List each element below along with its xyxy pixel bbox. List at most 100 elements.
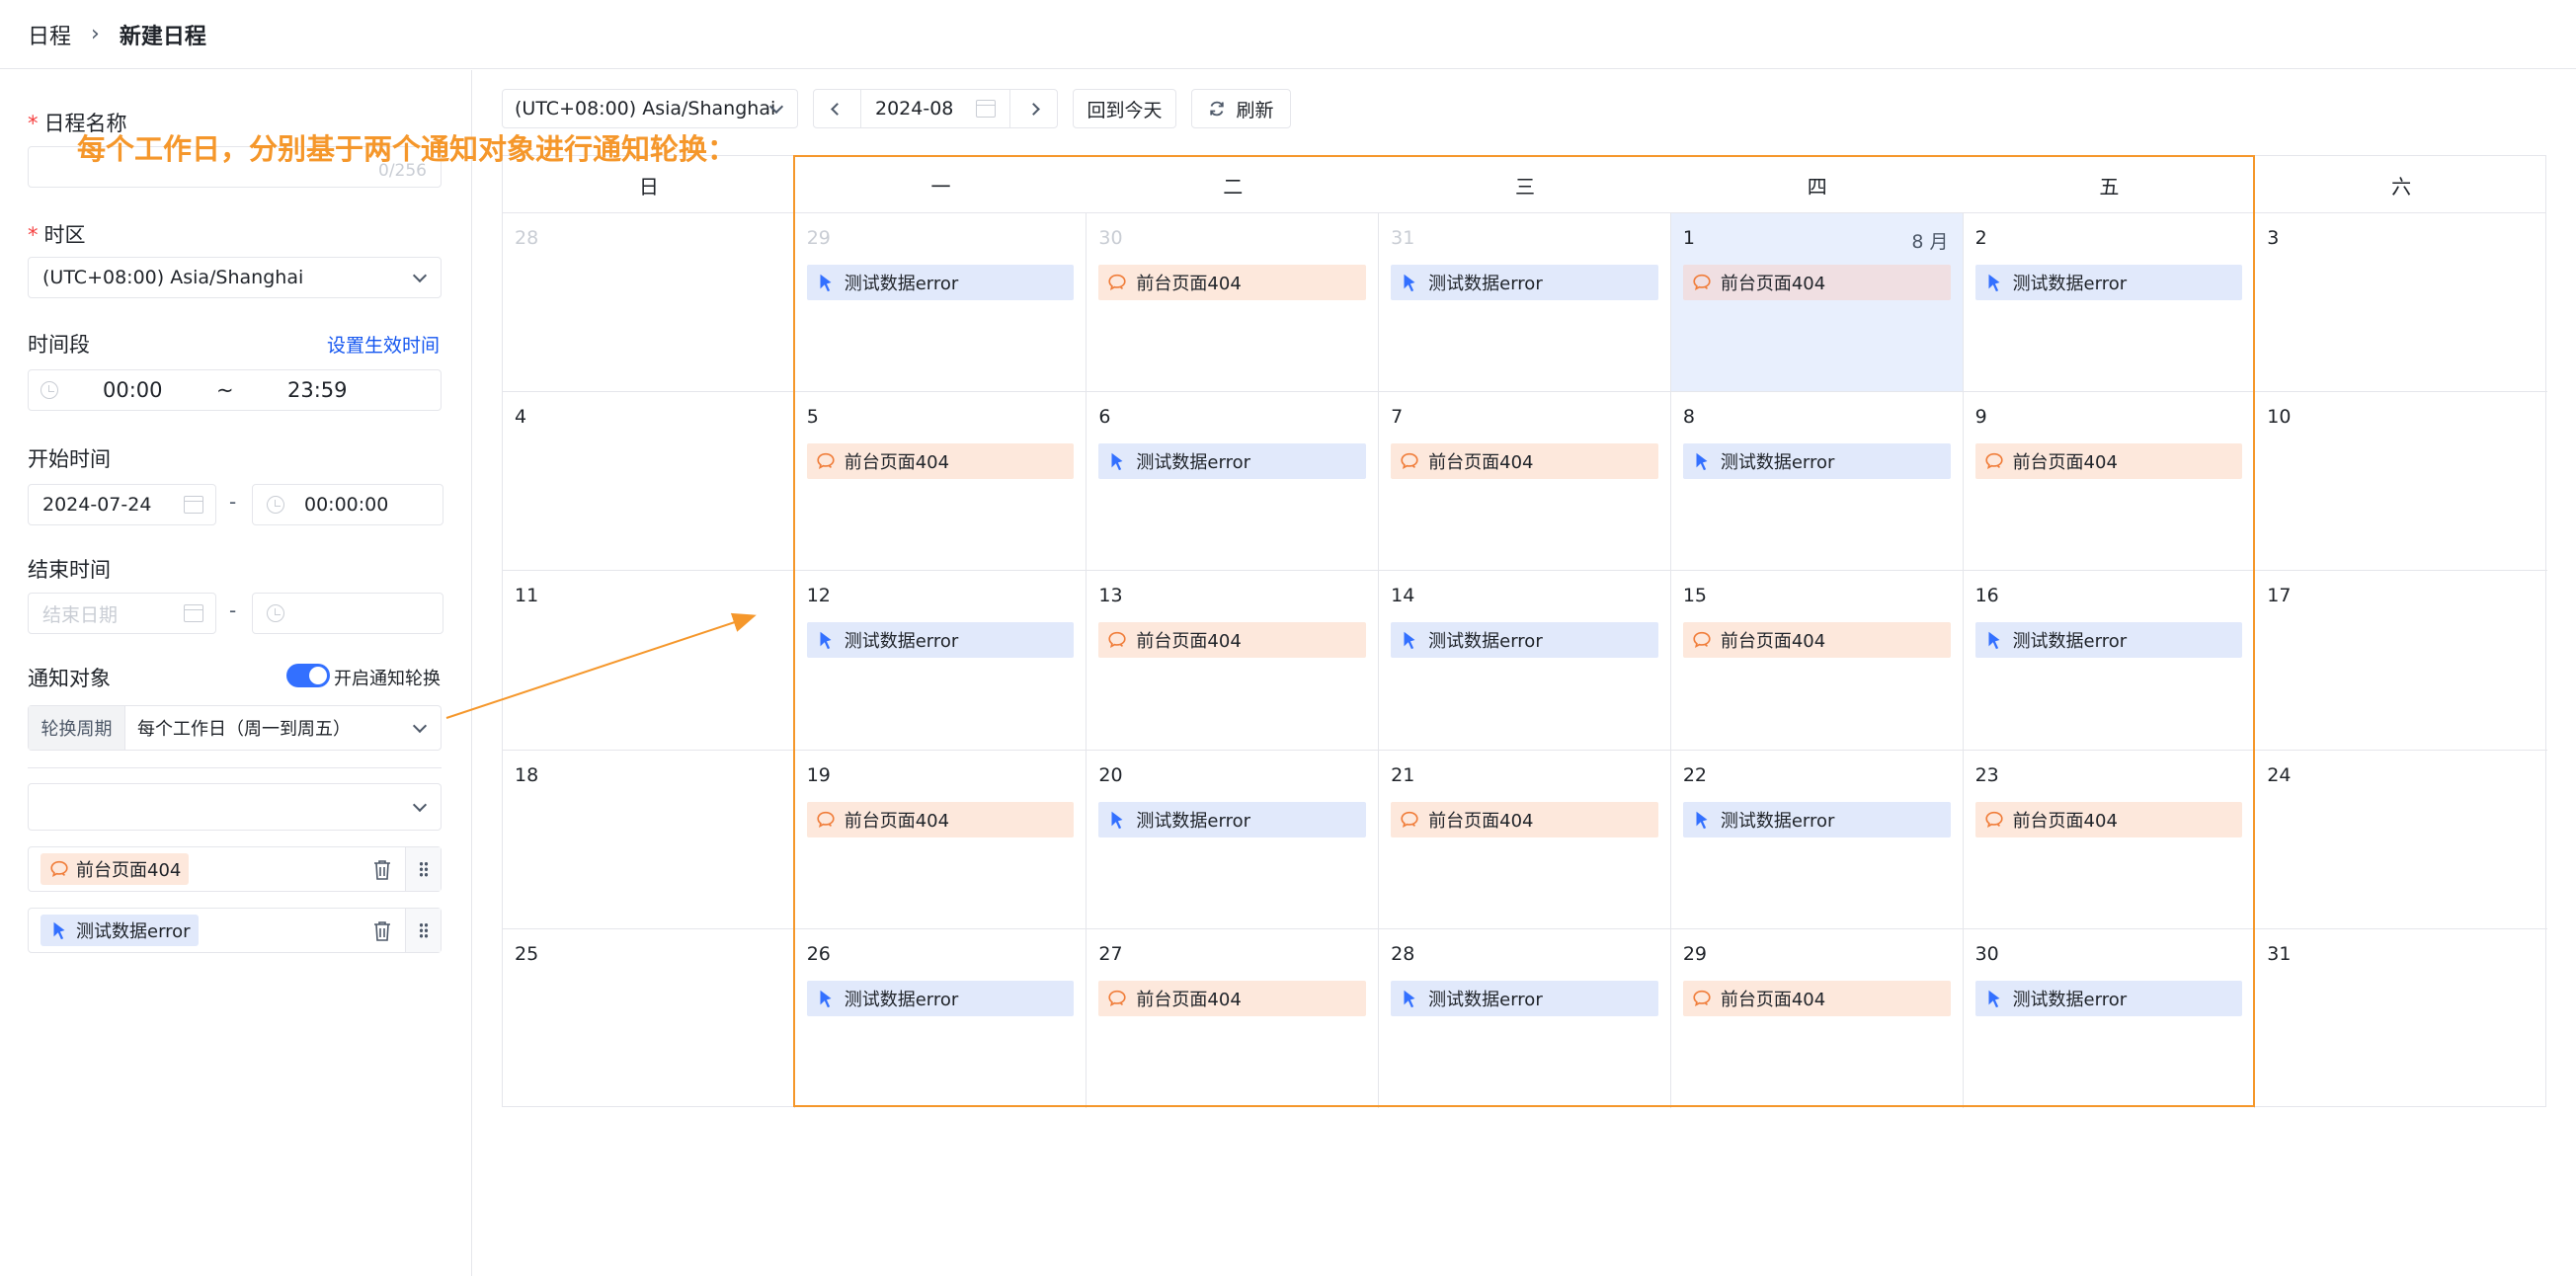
breadcrumb-root[interactable]: 日程 <box>28 19 71 50</box>
schedule-event[interactable]: 测试数据error <box>1974 980 2243 1016</box>
schedule-event[interactable]: 测试数据error <box>806 622 1075 659</box>
prev-month-button[interactable] <box>814 90 861 127</box>
schedule-event[interactable]: 前台页面404 <box>806 443 1075 480</box>
schedule-event[interactable]: 前台页面404 <box>1098 622 1367 659</box>
calendar-day-cell[interactable]: 26 测试数据error <box>795 928 1087 1108</box>
calendar-day-cell[interactable]: 18 <box>503 750 795 929</box>
schedule-event[interactable]: 测试数据error <box>806 265 1075 300</box>
period-start[interactable]: 00:00 <box>103 378 163 402</box>
calendar-day-cell[interactable]: 6 测试数据error <box>1087 392 1380 572</box>
add-target-select[interactable] <box>28 783 442 831</box>
calendar-day-cell[interactable]: 29 测试数据error <box>794 213 1087 393</box>
calendar-day-cell[interactable]: 30 前台页面404 <box>1087 213 1380 393</box>
calendar-day-cell[interactable]: 10 <box>2255 392 2547 572</box>
calendar-day-cell[interactable]: 28 <box>503 213 795 393</box>
today-button[interactable]: 回到今天 <box>1073 89 1176 128</box>
schedule-event[interactable]: 前台页面404 <box>1391 443 1658 480</box>
schedule-event[interactable]: 测试数据error <box>1391 622 1658 659</box>
schedule-event[interactable]: 前台页面404 <box>1682 980 1951 1016</box>
calendar-day-cell[interactable]: 24 <box>2255 751 2547 929</box>
calendar-day-cell[interactable]: 2 测试数据error <box>1963 213 2256 393</box>
calendar-day-cell[interactable]: 19 前台页面404 <box>794 750 1087 929</box>
calendar-day-cell[interactable]: 4 <box>503 392 795 572</box>
trash-icon[interactable] <box>373 920 391 942</box>
set-effective-time-link[interactable]: 设置生效时间 <box>327 331 440 358</box>
calendar-day-cell[interactable]: 30 测试数据error <box>1964 928 2256 1108</box>
calendar-day-cell[interactable]: 29 前台页面404 <box>1671 928 1964 1108</box>
rotation-cycle-select[interactable]: 轮换周期 每个工作日（周一到周五） <box>28 705 442 751</box>
schedule-event[interactable]: 前台页面404 <box>1098 980 1367 1016</box>
calendar-day-cell[interactable]: 3 <box>2255 213 2547 393</box>
chat-icon <box>1693 632 1711 649</box>
calendar-day-cell[interactable]: 1 8 月前台页面404 <box>1670 213 1964 393</box>
schedule-event[interactable]: 前台页面404 <box>806 801 1075 837</box>
calendar-day-cell[interactable]: 5 前台页面404 <box>794 392 1087 572</box>
schedule-event[interactable]: 测试数据error <box>1974 265 2243 300</box>
calendar-day-cell[interactable]: 12 测试数据error <box>794 571 1087 751</box>
event-title: 前台页面404 <box>1428 452 1534 474</box>
event-title: 前台页面404 <box>1720 631 1826 653</box>
calendar-day-cell[interactable]: 14 测试数据error <box>1379 571 1671 751</box>
event-title: 前台页面404 <box>844 452 950 474</box>
calendar-icon <box>184 604 203 622</box>
day-number: 2 <box>1974 227 1987 249</box>
rotation-toggle[interactable] <box>286 664 330 687</box>
start-time-input[interactable]: 00:00:00 <box>252 484 443 525</box>
calendar-day-cell[interactable]: 17 <box>2255 571 2547 751</box>
schedule-event[interactable]: 测试数据error <box>1682 443 1951 480</box>
schedule-event[interactable]: 前台页面404 <box>1682 622 1951 659</box>
end-time-input[interactable] <box>252 593 443 634</box>
timezone-select[interactable]: (UTC+08:00) Asia/Shanghai <box>28 257 442 298</box>
calendar-day-cell[interactable]: 25 <box>503 928 795 1108</box>
calendar-day-cell[interactable]: 11 <box>503 571 795 751</box>
breadcrumb-separator-icon: › <box>91 22 100 46</box>
calendar-day-cell[interactable]: 8 测试数据error <box>1670 392 1964 572</box>
calendar-day-cell[interactable]: 15 前台页面404 <box>1670 571 1964 751</box>
schedule-event[interactable]: 前台页面404 <box>1974 443 2243 480</box>
bot-icon <box>1404 274 1415 292</box>
schedule-event[interactable]: 前台页面404 <box>1682 265 1951 300</box>
month-picker[interactable]: 2024-08 <box>861 90 1009 127</box>
day-number: 17 <box>2267 585 2292 607</box>
schedule-event[interactable]: 测试数据error <box>1098 801 1367 837</box>
refresh-button[interactable]: 刷新 <box>1191 89 1291 128</box>
start-date-input[interactable]: 2024-07-24 <box>28 484 216 525</box>
schedule-event[interactable]: 测试数据error <box>1391 980 1658 1016</box>
month-navigator: 2024-08 <box>813 89 1058 128</box>
schedule-event[interactable]: 测试数据error <box>1098 443 1367 480</box>
period-end[interactable]: 23:59 <box>287 378 348 402</box>
drag-handle-icon[interactable] <box>405 847 441 891</box>
calendar-day-cell[interactable]: 23 前台页面404 <box>1963 750 2256 929</box>
next-month-button[interactable] <box>1009 90 1057 127</box>
calendar-timezone-select[interactable]: (UTC+08:00) Asia/Shanghai <box>502 89 798 128</box>
period-range-input[interactable]: 00:00 ~ 23:59 <box>28 369 442 411</box>
event-title: 测试数据error <box>1428 274 1543 294</box>
schedule-event[interactable]: 测试数据error <box>1974 622 2243 659</box>
calendar-day-cell[interactable]: 21 前台页面404 <box>1379 750 1671 929</box>
schedule-event[interactable]: 前台页面404 <box>1391 801 1658 837</box>
schedule-event[interactable]: 前台页面404 <box>1098 265 1367 300</box>
calendar-day-cell[interactable]: 31 测试数据error <box>1379 213 1671 393</box>
clock-icon <box>40 381 58 399</box>
schedule-event[interactable]: 前台页面404 <box>1974 801 2243 837</box>
calendar-day-cell[interactable]: 13 前台页面404 <box>1087 571 1380 751</box>
calendar-day-cell[interactable]: 16 测试数据error <box>1963 571 2256 751</box>
calendar-day-cell[interactable]: 7 前台页面404 <box>1379 392 1671 572</box>
event-title: 前台页面404 <box>2012 810 2118 832</box>
month-marker: 8 月 <box>1911 231 1949 253</box>
schedule-event[interactable]: 测试数据error <box>1391 265 1658 300</box>
bot-icon <box>1111 452 1123 471</box>
calendar-day-cell[interactable]: 27 前台页面404 <box>1087 928 1380 1108</box>
calendar-day-cell[interactable]: 22 测试数据error <box>1670 750 1964 929</box>
end-date-input[interactable]: 结束日期 <box>28 593 216 634</box>
calendar-day-cell[interactable]: 28 测试数据error <box>1379 928 1671 1108</box>
schedule-event[interactable]: 测试数据error <box>1682 801 1951 837</box>
trash-icon[interactable] <box>373 859 391 881</box>
calendar-day-cell[interactable]: 31 <box>2255 929 2547 1108</box>
calendar-day-cell[interactable]: 20 测试数据error <box>1087 750 1380 929</box>
schedule-event[interactable]: 测试数据error <box>806 980 1075 1016</box>
calendar-day-cell[interactable]: 9 前台页面404 <box>1963 392 2256 572</box>
day-number: 14 <box>1391 585 1415 607</box>
rotation-toggle-label: 开启通知轮换 <box>334 669 441 689</box>
drag-handle-icon[interactable] <box>405 909 441 952</box>
